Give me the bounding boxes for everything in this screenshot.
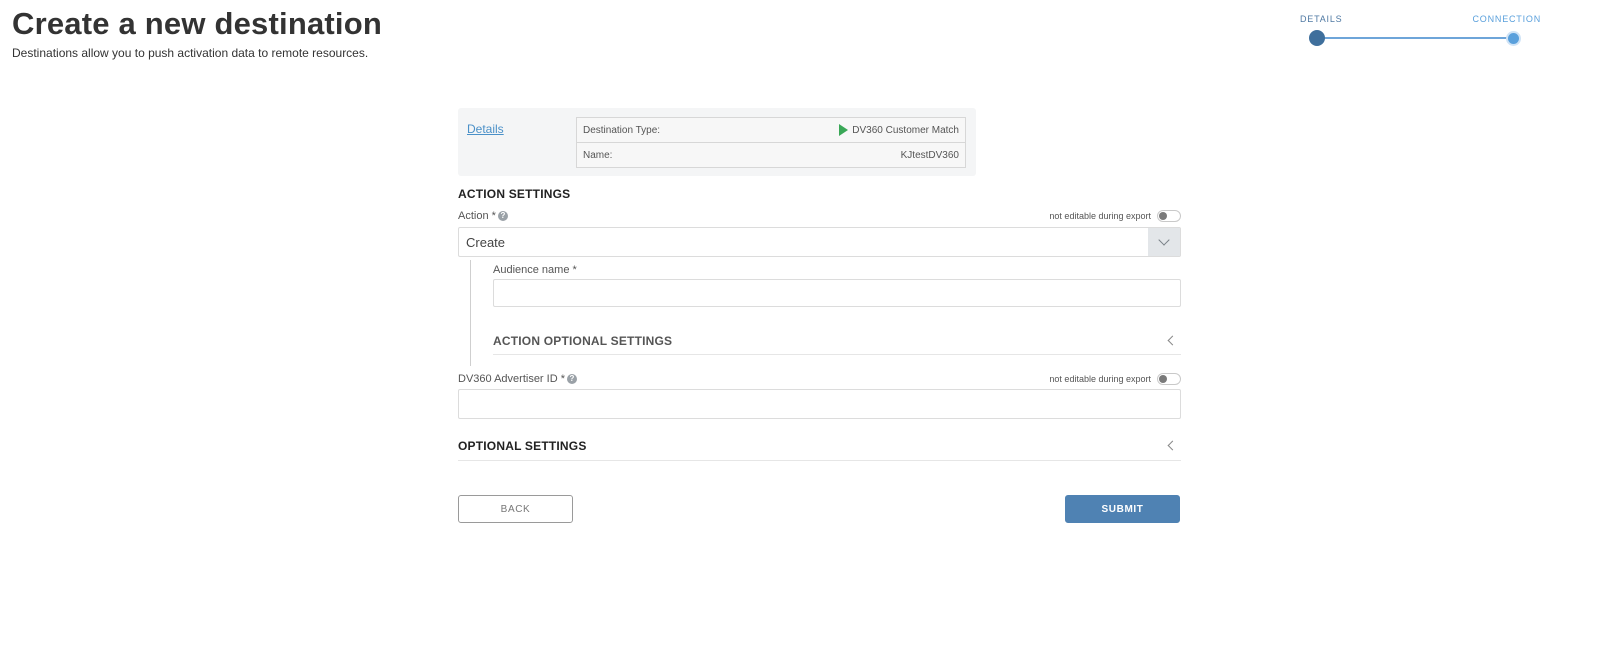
step-dot-details[interactable]: [1309, 30, 1325, 46]
destination-type-value-wrap: DV360 Customer Match: [839, 124, 959, 136]
action-optional-settings-toggle[interactable]: ACTION OPTIONAL SETTINGS: [493, 326, 1181, 355]
action-optional-settings-title: ACTION OPTIONAL SETTINGS: [493, 334, 673, 348]
action-lock-toggle-wrap: not editable during export: [1049, 210, 1181, 222]
destination-form: Details Destination Type: DV360 Customer…: [458, 108, 1181, 523]
destination-type-value: DV360 Customer Match: [852, 124, 959, 136]
step-connector-line: [1318, 37, 1516, 39]
step-label-details: DETAILS: [1300, 14, 1343, 24]
chevron-left-icon: [1167, 335, 1178, 346]
advertiser-id-input[interactable]: [458, 389, 1181, 419]
chevron-left-icon: [1167, 440, 1178, 451]
advertiser-lock-toggle-wrap: not editable during export: [1049, 373, 1181, 385]
progress-stepper: DETAILS CONNECTION: [1300, 12, 1545, 52]
page-title: Create a new destination: [12, 6, 383, 41]
advertiser-id-field-header: DV360 Advertiser ID * ? not editable dur…: [458, 373, 1181, 385]
advertiser-lock-toggle[interactable]: [1157, 373, 1181, 385]
action-field-header: Action * ? not editable during export: [458, 210, 1181, 222]
destination-name-row: Name: KJtestDV360: [577, 142, 965, 167]
details-link[interactable]: Details: [467, 122, 504, 136]
action-select-value: Create: [466, 235, 506, 250]
advertiser-id-label: DV360 Advertiser ID *: [458, 373, 565, 385]
submit-button[interactable]: SUBMIT: [1065, 495, 1180, 523]
action-lock-toggle-label: not editable during export: [1049, 211, 1151, 221]
details-table: Destination Type: DV360 Customer Match N…: [576, 117, 966, 168]
page-subtitle: Destinations allow you to push activatio…: [12, 46, 369, 60]
destination-name-value: KJtestDV360: [900, 149, 959, 161]
destination-name-label: Name:: [583, 149, 613, 161]
optional-settings-toggle[interactable]: OPTIONAL SETTINGS: [458, 430, 1181, 461]
action-select-arrow[interactable]: [1148, 228, 1180, 256]
advertiser-id-label-wrap: DV360 Advertiser ID * ?: [458, 373, 577, 385]
chevron-down-icon: [1158, 234, 1170, 246]
details-summary-card: Details Destination Type: DV360 Customer…: [458, 108, 976, 176]
action-nested-settings: Audience name * ACTION OPTIONAL SETTINGS: [470, 260, 1182, 366]
destination-type-label: Destination Type:: [583, 124, 661, 136]
destination-type-row: Destination Type: DV360 Customer Match: [577, 118, 965, 142]
action-lock-toggle[interactable]: [1157, 210, 1181, 222]
audience-name-label: Audience name *: [493, 264, 577, 276]
optional-settings-title: OPTIONAL SETTINGS: [458, 439, 587, 453]
advertiser-lock-toggle-label: not editable during export: [1049, 374, 1151, 384]
action-label: Action *: [458, 210, 496, 222]
action-label-wrap: Action * ?: [458, 210, 508, 222]
back-button[interactable]: BACK: [458, 495, 573, 523]
step-label-connection: CONNECTION: [1472, 14, 1541, 24]
action-settings-title: ACTION SETTINGS: [458, 187, 571, 201]
play-icon: [839, 124, 849, 136]
help-icon[interactable]: ?: [567, 374, 577, 384]
action-select[interactable]: Create: [458, 227, 1181, 257]
help-icon[interactable]: ?: [497, 211, 508, 221]
step-dot-connection[interactable]: [1506, 31, 1521, 46]
audience-name-input[interactable]: [493, 279, 1181, 307]
